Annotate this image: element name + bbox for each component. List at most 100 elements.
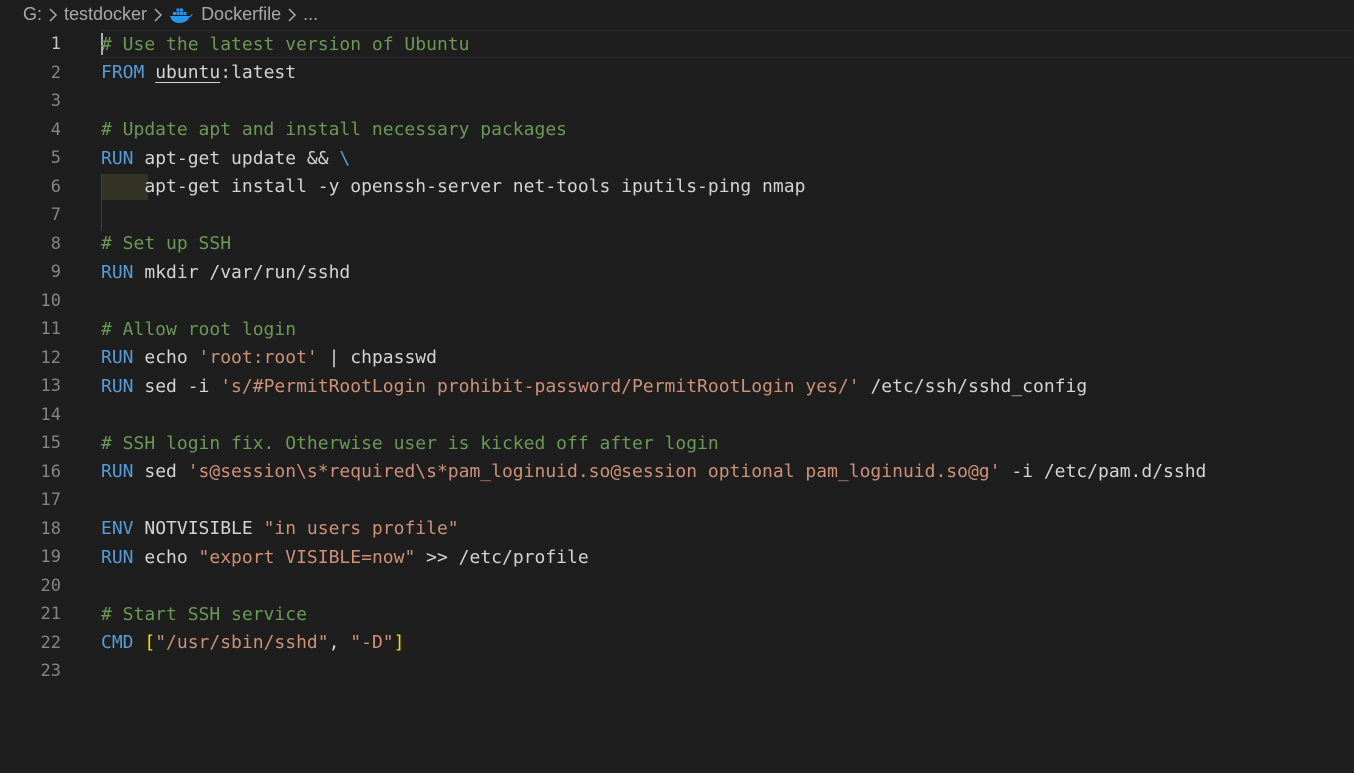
line-code: # Update apt and install necessary packa…	[101, 119, 567, 140]
chevron-right-icon	[153, 7, 163, 23]
code-token: apt-get install -y openssh-server net-to…	[101, 176, 806, 198]
code-token: RUN	[101, 461, 134, 483]
line-code: RUN sed 's@session\s*required\s*pam_logi…	[101, 461, 1206, 482]
line-code: RUN sed -i 's/#PermitRootLogin prohibit-…	[101, 376, 1087, 397]
docker-whale-icon	[169, 6, 193, 24]
code-token: NOTVISIBLE	[133, 518, 264, 540]
line-number: 21	[40, 604, 61, 625]
code-line[interactable]: 8 # Set up SSH	[0, 230, 1354, 259]
line-code: # SSH login fix. Otherwise user is kicke…	[101, 433, 719, 454]
code-token: # Update apt and install necessary packa…	[101, 119, 567, 141]
code-token: ,	[328, 632, 351, 654]
code-token: ENV	[101, 518, 134, 540]
code-token: "-D"	[350, 632, 394, 654]
code-line[interactable]: 9 RUN mkdir /var/run/sshd	[0, 258, 1354, 287]
line-number: 5	[50, 148, 61, 169]
code-line[interactable]: 10	[0, 287, 1354, 316]
breadcrumb-item-file[interactable]: Dockerfile	[201, 4, 281, 25]
line-number: 19	[40, 547, 61, 568]
line-number: 15	[40, 433, 61, 454]
code-token: /etc/ssh/sshd_config	[859, 375, 1088, 397]
line-number: 11	[40, 319, 61, 340]
code-line[interactable]: 19 RUN echo "export VISIBLE=now" >> /etc/…	[0, 543, 1354, 572]
code-token: "/usr/sbin/sshd"	[155, 632, 329, 654]
code-token: # SSH login fix. Otherwise user is kicke…	[101, 432, 719, 454]
line-code: apt-get install -y openssh-server net-to…	[101, 176, 805, 197]
code-line[interactable]: 1 # Use the latest version of Ubuntu	[0, 30, 1354, 59]
code-line[interactable]: 18 ENV NOTVISIBLE "in users profile"	[0, 515, 1354, 544]
code-token: 's@session\s*required\s*pam_loginuid.so@…	[187, 461, 1001, 483]
line-code: # Start SSH service	[101, 604, 307, 625]
code-line[interactable]: 13 RUN sed -i 's/#PermitRootLogin prohibi…	[0, 372, 1354, 401]
code-token: \	[339, 147, 351, 169]
code-line[interactable]: 2 FROM ubuntu:latest	[0, 59, 1354, 88]
code-token: RUN	[101, 375, 134, 397]
code-token: sed	[133, 461, 188, 483]
line-code: ENV NOTVISIBLE "in users profile"	[101, 518, 459, 539]
code-line[interactable]: 16 RUN sed 's@session\s*required\s*pam_lo…	[0, 458, 1354, 487]
line-number: 7	[50, 205, 61, 226]
line-number: 3	[50, 91, 61, 112]
line-code: # Allow root login	[101, 319, 296, 340]
line-number: 14	[40, 404, 61, 425]
line-code: # Use the latest version of Ubuntu	[101, 34, 469, 55]
line-number: 10	[40, 290, 61, 311]
code-token: # Set up SSH	[101, 233, 232, 255]
code-token: echo	[133, 347, 199, 369]
breadcrumb-item-drive[interactable]: G:	[23, 4, 42, 25]
code-line[interactable]: 15 # SSH login fix. Otherwise user is kic…	[0, 429, 1354, 458]
code-line[interactable]: 5 RUN apt-get update && \	[0, 144, 1354, 173]
code-line[interactable]: 3	[0, 87, 1354, 116]
breadcrumb-item-symbol[interactable]: ...	[303, 4, 318, 25]
line-code: RUN mkdir /var/run/sshd	[101, 262, 350, 283]
code-line[interactable]: 23	[0, 657, 1354, 686]
code-line[interactable]: 4 # Update apt and install necessary pack…	[0, 116, 1354, 145]
breadcrumb: G: testdocker Dockerfile ...	[0, 0, 1354, 29]
line-number: 4	[50, 119, 61, 140]
code-line[interactable]: 14	[0, 401, 1354, 430]
code-token: RUN	[101, 347, 134, 369]
line-number: 6	[50, 176, 61, 197]
line-code: FROM ubuntu:latest	[101, 62, 296, 83]
line-number: 1	[50, 34, 61, 55]
code-token: "export VISIBLE=now"	[198, 546, 416, 568]
breadcrumb-item-folder[interactable]: testdocker	[64, 4, 147, 25]
chevron-right-icon	[287, 7, 297, 23]
code-line[interactable]: 12 RUN echo 'root:root' | chpasswd	[0, 344, 1354, 373]
code-token: -i /etc/pam.d/sshd	[1000, 461, 1207, 483]
line-number: 22	[40, 632, 61, 653]
code-token: RUN	[101, 546, 134, 568]
line-number: 20	[40, 575, 61, 596]
code-line[interactable]: 21 # Start SSH service	[0, 600, 1354, 629]
code-token: ]	[393, 632, 405, 654]
code-token: # Allow root login	[101, 318, 297, 340]
line-code: CMD ["/usr/sbin/sshd", "-D"]	[101, 632, 404, 653]
code-line[interactable]: 6 apt-get install -y openssh-server net-…	[0, 173, 1354, 202]
code-line[interactable]: 22 CMD ["/usr/sbin/sshd", "-D"]	[0, 629, 1354, 658]
line-number: 12	[40, 347, 61, 368]
code-line[interactable]: 11 # Allow root login	[0, 315, 1354, 344]
code-line[interactable]: 17	[0, 486, 1354, 515]
line-code: RUN apt-get update && \	[101, 148, 350, 169]
code-line[interactable]: 20	[0, 572, 1354, 601]
code-token: 'root:root'	[198, 347, 318, 369]
code-token: sed -i	[133, 375, 221, 397]
code-token: [	[144, 632, 156, 654]
line-number: 17	[40, 490, 61, 511]
chevron-right-icon	[48, 7, 58, 23]
code-token: echo	[133, 546, 199, 568]
line-number: 8	[50, 233, 61, 254]
code-token: :latest	[220, 62, 297, 84]
line-code: RUN echo "export VISIBLE=now" >> /etc/pr…	[101, 547, 589, 568]
line-number: 18	[40, 518, 61, 539]
code-token: "in users profile"	[263, 518, 459, 540]
code-token: # Start SSH service	[101, 603, 307, 625]
code-token: 's/#PermitRootLogin prohibit-password/Pe…	[220, 375, 860, 397]
line-number: 2	[50, 62, 61, 83]
code-token: FROM	[101, 62, 145, 84]
line-number: 16	[40, 461, 61, 482]
code-line[interactable]: 7	[0, 201, 1354, 230]
code-editor[interactable]: 1 # Use the latest version of Ubuntu 2 FROM…	[0, 29, 1354, 773]
